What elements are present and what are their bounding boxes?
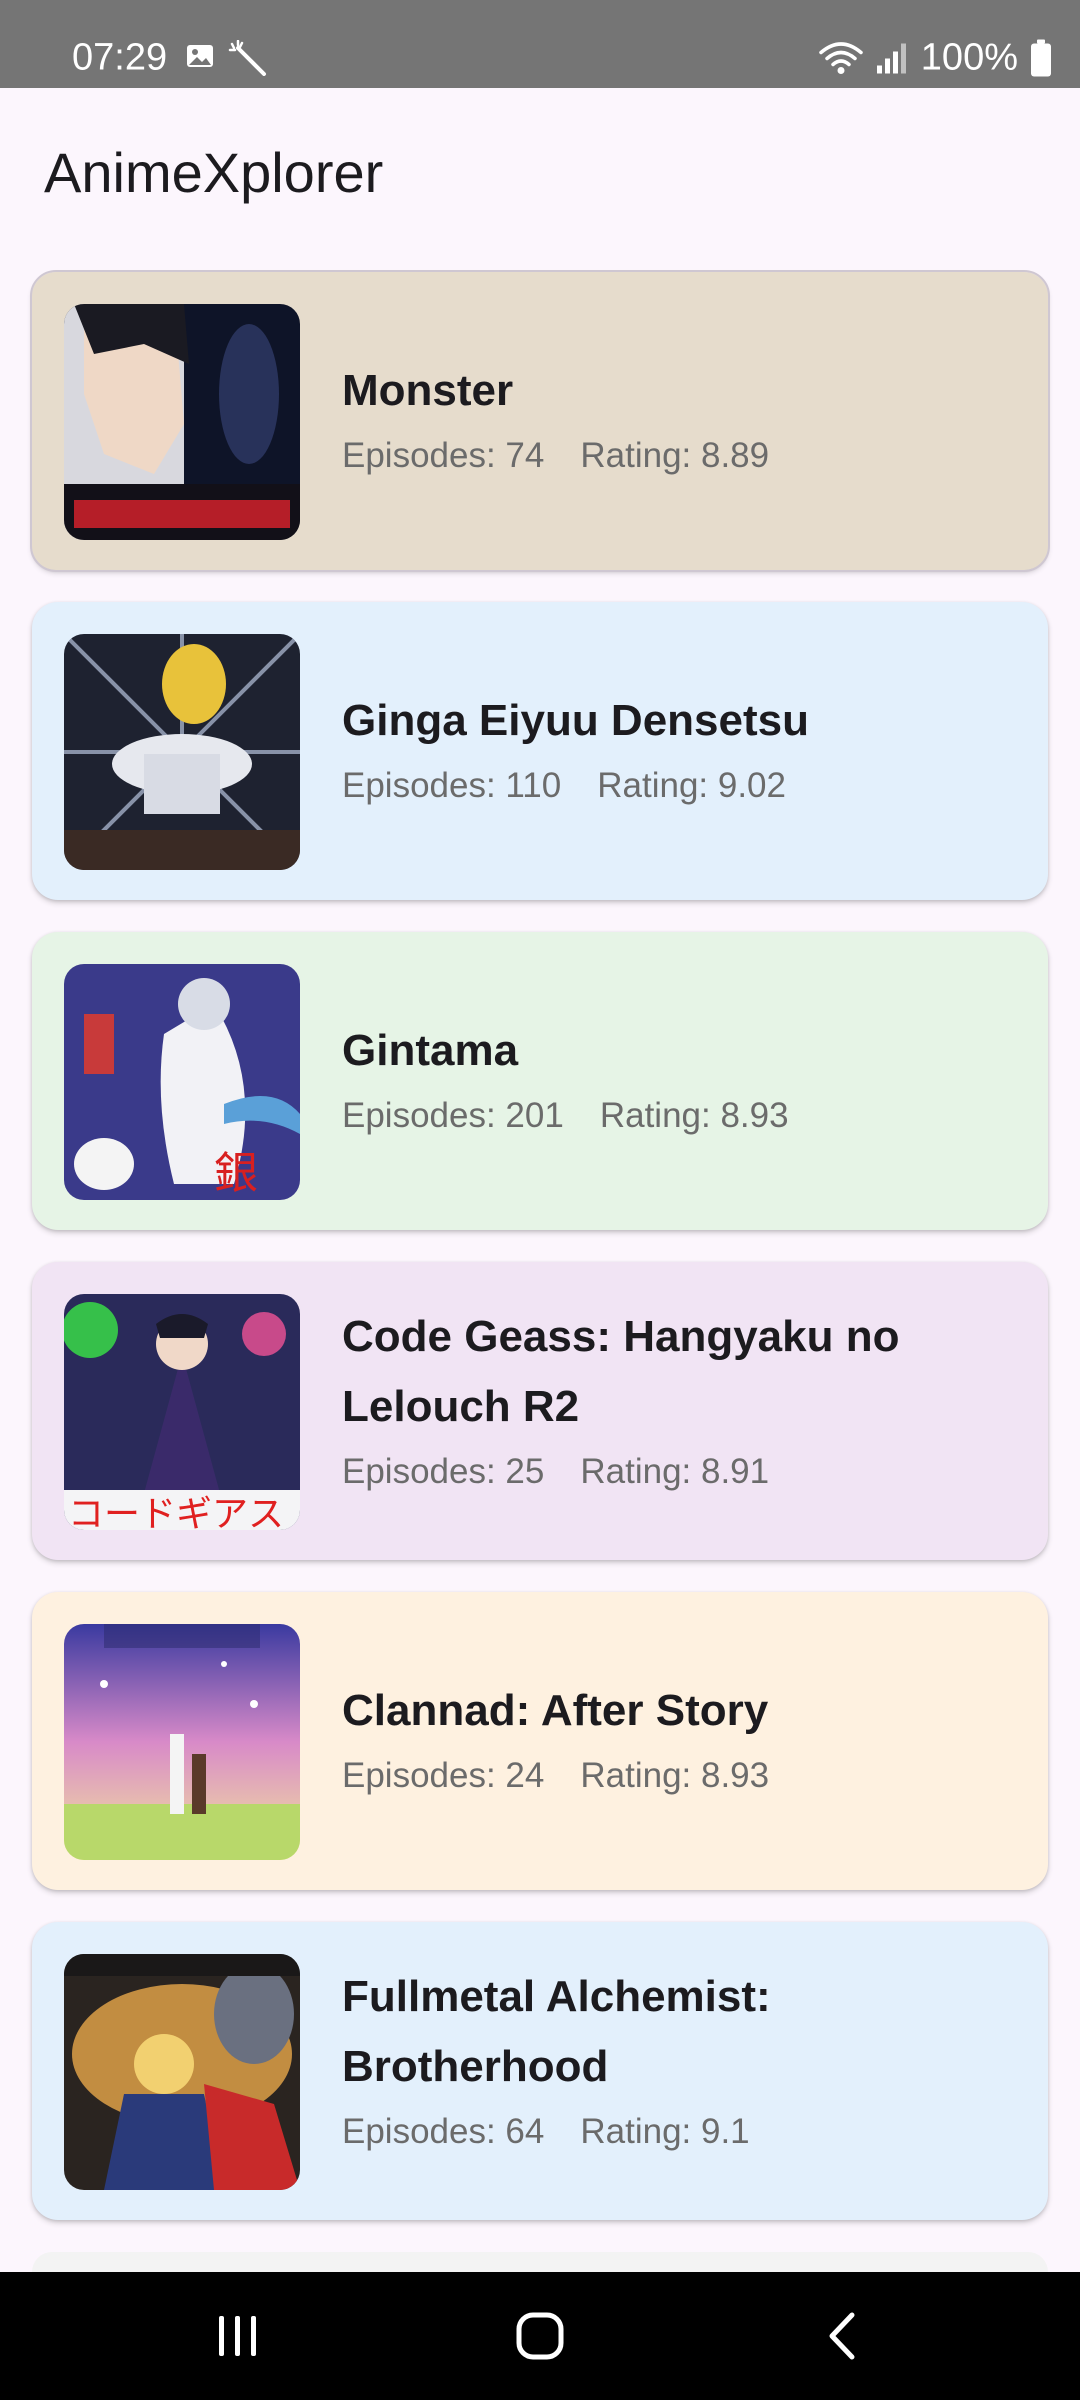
anime-episodes: Episodes: 201 bbox=[342, 1096, 564, 1135]
anime-episodes: Episodes: 64 bbox=[342, 2112, 545, 2151]
anime-list: Monster Episodes: 74 Rating: 8.89 Ginga E… bbox=[30, 270, 1050, 2252]
anime-rating: Rating: 9.02 bbox=[597, 766, 786, 805]
anime-info: Ginga Eiyuu Densetsu Episodes: 110 Rating… bbox=[342, 686, 1008, 806]
anime-title: Gintama bbox=[342, 1026, 519, 1075]
next-card-peek bbox=[32, 2252, 1048, 2272]
anime-title: Monster bbox=[342, 366, 514, 415]
anime-meta: Episodes: 24 Rating: 8.93 bbox=[342, 1756, 1008, 1796]
anime-episodes: Episodes: 24 bbox=[342, 1756, 545, 1795]
anime-meta: Episodes: 64 Rating: 9.1 bbox=[342, 2112, 1008, 2152]
anime-poster-image bbox=[64, 1954, 300, 2190]
wifi-icon bbox=[819, 41, 863, 74]
back-icon[interactable] bbox=[824, 2311, 860, 2361]
signal-icon bbox=[876, 43, 906, 73]
battery-percentage: 100% bbox=[920, 36, 1018, 79]
anime-rating: Rating: 8.91 bbox=[580, 1452, 770, 1491]
anime-poster-image bbox=[64, 304, 300, 540]
anime-meta: Episodes: 74 Rating: 8.89 bbox=[342, 436, 1008, 476]
battery-icon bbox=[1031, 39, 1051, 76]
anime-title: Clannad: After Story bbox=[342, 1686, 769, 1735]
image-icon bbox=[187, 45, 213, 67]
anime-thumbnail bbox=[64, 634, 300, 870]
anime-poster-image bbox=[64, 634, 300, 870]
status-time: 07:29 bbox=[72, 36, 168, 79]
anime-card[interactable]: コードギアス Code Geass: Hangyaku no Lelouch R… bbox=[32, 1262, 1048, 1560]
anime-rating: Rating: 8.93 bbox=[599, 1096, 789, 1135]
anime-card[interactable]: Fullmetal Alchemist: Brotherhood Episode… bbox=[32, 1922, 1048, 2220]
anime-thumbnail bbox=[64, 1954, 300, 2190]
anime-episodes: Episodes: 74 bbox=[342, 436, 545, 475]
anime-thumbnail: 銀 bbox=[64, 964, 300, 1200]
anime-poster-image bbox=[64, 1624, 300, 1860]
home-icon[interactable] bbox=[515, 2311, 565, 2361]
anime-card[interactable]: 銀 Gintama Episodes: 201 Rating: 8.93 bbox=[32, 932, 1048, 1230]
app-title: AnimeXplorer bbox=[44, 141, 384, 204]
anime-thumbnail bbox=[64, 304, 300, 540]
svg-text:コードギアス: コードギアス bbox=[68, 1494, 284, 1530]
anime-rating: Rating: 9.1 bbox=[580, 2112, 750, 2151]
svg-text:銀: 銀 bbox=[214, 1148, 258, 1199]
anime-title: Fullmetal Alchemist: Brotherhood bbox=[342, 1972, 771, 2091]
anime-rating: Rating: 8.89 bbox=[580, 436, 770, 475]
anime-info: Monster Episodes: 74 Rating: 8.89 bbox=[342, 356, 1008, 476]
anime-episodes: Episodes: 25 bbox=[342, 1452, 545, 1491]
anime-thumbnail bbox=[64, 1624, 300, 1860]
status-bar: 07:29 100% bbox=[0, 0, 1080, 88]
anime-poster-image: 銀 bbox=[64, 964, 300, 1200]
anime-card[interactable]: Ginga Eiyuu Densetsu Episodes: 110 Rating… bbox=[32, 602, 1048, 900]
anime-episodes: Episodes: 110 bbox=[342, 766, 562, 805]
navigation-bar bbox=[0, 2272, 1080, 2400]
anime-info: Gintama Episodes: 201 Rating: 8.93 bbox=[342, 1016, 1008, 1136]
anime-info: Fullmetal Alchemist: Brotherhood Episode… bbox=[342, 1962, 1008, 2152]
recents-icon[interactable] bbox=[215, 2314, 261, 2358]
status-right-group: 100% bbox=[819, 37, 1052, 80]
magic-wand-icon bbox=[228, 40, 266, 76]
anime-meta: Episodes: 25 Rating: 8.91 bbox=[342, 1452, 1008, 1492]
anime-title: Ginga Eiyuu Densetsu bbox=[342, 696, 809, 745]
anime-info: Clannad: After Story Episodes: 24 Rating:… bbox=[342, 1676, 1008, 1796]
anime-rating: Rating: 8.93 bbox=[580, 1756, 770, 1795]
anime-card[interactable]: Clannad: After Story Episodes: 24 Rating:… bbox=[32, 1592, 1048, 1890]
anime-poster-image: コードギアス bbox=[64, 1294, 300, 1530]
anime-thumbnail: コードギアス bbox=[64, 1294, 300, 1530]
anime-card[interactable]: Monster Episodes: 74 Rating: 8.89 bbox=[30, 270, 1050, 572]
anime-info: Code Geass: Hangyaku no Lelouch R2 Episo… bbox=[342, 1302, 1008, 1492]
anime-title: Code Geass: Hangyaku no Lelouch R2 bbox=[342, 1312, 900, 1431]
anime-meta: Episodes: 110 Rating: 9.02 bbox=[342, 766, 1008, 806]
anime-meta: Episodes: 201 Rating: 8.93 bbox=[342, 1096, 1008, 1136]
